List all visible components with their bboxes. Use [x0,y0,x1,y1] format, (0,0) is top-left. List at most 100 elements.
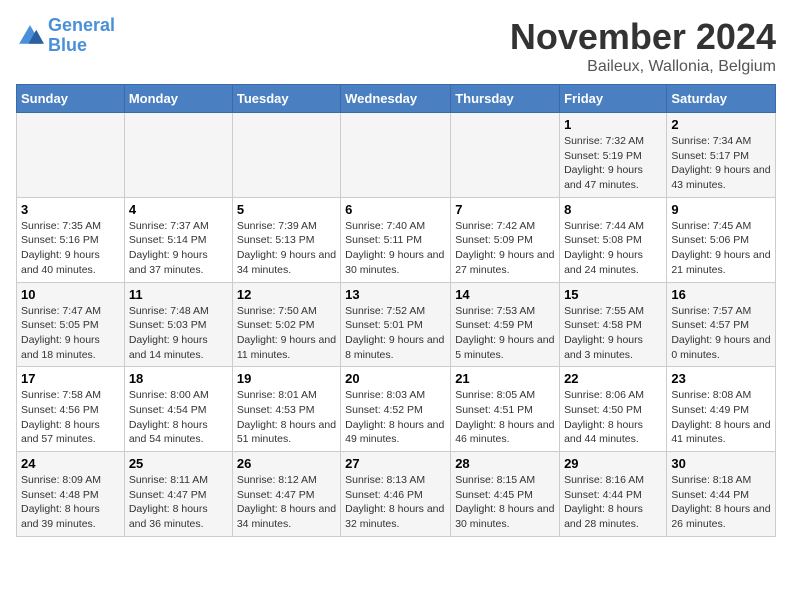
day-info: Sunrise: 7:52 AM Sunset: 5:01 PM Dayligh… [345,304,446,363]
calendar-cell: 9 Sunrise: 7:45 AM Sunset: 5:06 PM Daylig… [667,197,776,282]
day-info: Sunrise: 8:09 AM Sunset: 4:48 PM Dayligh… [21,473,120,532]
day-info: Sunrise: 7:39 AM Sunset: 5:13 PM Dayligh… [237,219,336,278]
calendar-table: SundayMondayTuesdayWednesdayThursdayFrid… [16,84,776,537]
calendar-cell: 26Sunrise: 8:12 AM Sunset: 4:47 PM Dayli… [232,452,340,537]
day-number: 5 [237,202,336,217]
day-info: Sunrise: 7:48 AM Sunset: 5:03 PM Dayligh… [129,304,228,363]
location: Baileux, Wallonia, Belgium [510,58,776,76]
day-header-thursday: Thursday [451,85,560,113]
day-info: Sunrise: 7:42 AM Sunset: 5:09 PM Dayligh… [455,219,555,278]
calendar-cell: 27 Sunrise: 8:13 AM Sunset: 4:46 PM Dayli… [341,452,451,537]
title-block: November 2024 Baileux, Wallonia, Belgium [510,16,776,76]
calendar-cell: 25Sunrise: 8:11 AM Sunset: 4:47 PM Dayli… [124,452,232,537]
calendar-cell: 21 Sunrise: 8:05 AM Sunset: 4:51 PM Dayli… [451,367,560,452]
day-info: Sunrise: 8:15 AM Sunset: 4:45 PM Dayligh… [455,473,555,532]
day-number: 19 [237,371,336,386]
calendar-cell: 1 Sunrise: 7:32 AM Sunset: 5:19 PM Daylig… [560,113,667,198]
calendar-cell: 11Sunrise: 7:48 AM Sunset: 5:03 PM Dayli… [124,282,232,367]
logo-icon [16,22,44,50]
calendar-cell: 7 Sunrise: 7:42 AM Sunset: 5:09 PM Daylig… [451,197,560,282]
day-info: Sunrise: 8:11 AM Sunset: 4:47 PM Dayligh… [129,473,228,532]
calendar-cell: 29 Sunrise: 8:16 AM Sunset: 4:44 PM Dayli… [560,452,667,537]
day-number: 14 [455,287,555,302]
day-number: 13 [345,287,446,302]
calendar-cell: 30 Sunrise: 8:18 AM Sunset: 4:44 PM Dayli… [667,452,776,537]
day-info: Sunrise: 7:47 AM Sunset: 5:05 PM Dayligh… [21,304,120,363]
calendar-cell: 23 Sunrise: 8:08 AM Sunset: 4:49 PM Dayli… [667,367,776,452]
calendar-cell [124,113,232,198]
day-header-friday: Friday [560,85,667,113]
page-header: General Blue November 2024 Baileux, Wall… [16,16,776,76]
day-info: Sunrise: 7:53 AM Sunset: 4:59 PM Dayligh… [455,304,555,363]
day-number: 30 [671,456,771,471]
calendar-cell: 8Sunrise: 7:44 AM Sunset: 5:08 PM Daylig… [560,197,667,282]
day-number: 3 [21,202,120,217]
calendar-cell [451,113,560,198]
day-number: 15 [564,287,662,302]
day-info: Sunrise: 8:16 AM Sunset: 4:44 PM Dayligh… [564,473,662,532]
day-info: Sunrise: 7:58 AM Sunset: 4:56 PM Dayligh… [21,388,120,447]
day-number: 23 [671,371,771,386]
day-number: 10 [21,287,120,302]
day-number: 6 [345,202,446,217]
day-info: Sunrise: 8:18 AM Sunset: 4:44 PM Dayligh… [671,473,771,532]
day-info: Sunrise: 7:57 AM Sunset: 4:57 PM Dayligh… [671,304,771,363]
day-header-monday: Monday [124,85,232,113]
day-info: Sunrise: 8:08 AM Sunset: 4:49 PM Dayligh… [671,388,771,447]
day-info: Sunrise: 8:01 AM Sunset: 4:53 PM Dayligh… [237,388,336,447]
day-info: Sunrise: 8:13 AM Sunset: 4:46 PM Dayligh… [345,473,446,532]
day-info: Sunrise: 7:35 AM Sunset: 5:16 PM Dayligh… [21,219,120,278]
calendar-cell [17,113,125,198]
calendar-cell: 16 Sunrise: 7:57 AM Sunset: 4:57 PM Dayli… [667,282,776,367]
calendar-cell: 3 Sunrise: 7:35 AM Sunset: 5:16 PM Daylig… [17,197,125,282]
calendar-cell: 18Sunrise: 8:00 AM Sunset: 4:54 PM Dayli… [124,367,232,452]
day-info: Sunrise: 7:40 AM Sunset: 5:11 PM Dayligh… [345,219,446,278]
day-number: 9 [671,202,771,217]
day-info: Sunrise: 8:05 AM Sunset: 4:51 PM Dayligh… [455,388,555,447]
logo: General Blue [16,16,115,56]
calendar-cell: 13 Sunrise: 7:52 AM Sunset: 5:01 PM Dayli… [341,282,451,367]
day-info: Sunrise: 7:32 AM Sunset: 5:19 PM Dayligh… [564,134,662,193]
day-number: 18 [129,371,228,386]
logo-text: General Blue [48,16,115,56]
calendar-cell: 28 Sunrise: 8:15 AM Sunset: 4:45 PM Dayli… [451,452,560,537]
calendar-cell: 5 Sunrise: 7:39 AM Sunset: 5:13 PM Daylig… [232,197,340,282]
calendar-cell: 20 Sunrise: 8:03 AM Sunset: 4:52 PM Dayli… [341,367,451,452]
day-header-saturday: Saturday [667,85,776,113]
day-number: 16 [671,287,771,302]
day-info: Sunrise: 7:37 AM Sunset: 5:14 PM Dayligh… [129,219,228,278]
day-header-wednesday: Wednesday [341,85,451,113]
day-header-tuesday: Tuesday [232,85,340,113]
day-number: 28 [455,456,555,471]
month-title: November 2024 [510,16,776,58]
day-number: 27 [345,456,446,471]
day-info: Sunrise: 8:03 AM Sunset: 4:52 PM Dayligh… [345,388,446,447]
day-number: 1 [564,117,662,132]
day-number: 24 [21,456,120,471]
day-info: Sunrise: 7:50 AM Sunset: 5:02 PM Dayligh… [237,304,336,363]
calendar-cell: 15Sunrise: 7:55 AM Sunset: 4:58 PM Dayli… [560,282,667,367]
calendar-cell: 4 Sunrise: 7:37 AM Sunset: 5:14 PM Daylig… [124,197,232,282]
day-info: Sunrise: 8:06 AM Sunset: 4:50 PM Dayligh… [564,388,662,447]
day-info: Sunrise: 7:34 AM Sunset: 5:17 PM Dayligh… [671,134,771,193]
day-info: Sunrise: 8:12 AM Sunset: 4:47 PM Dayligh… [237,473,336,532]
day-number: 8 [564,202,662,217]
day-number: 4 [129,202,228,217]
day-number: 2 [671,117,771,132]
calendar-cell: 10 Sunrise: 7:47 AM Sunset: 5:05 PM Dayli… [17,282,125,367]
calendar-cell [341,113,451,198]
day-number: 21 [455,371,555,386]
day-number: 17 [21,371,120,386]
day-info: Sunrise: 7:45 AM Sunset: 5:06 PM Dayligh… [671,219,771,278]
day-number: 20 [345,371,446,386]
calendar-cell [232,113,340,198]
calendar-cell: 14 Sunrise: 7:53 AM Sunset: 4:59 PM Dayli… [451,282,560,367]
calendar-cell: 22 Sunrise: 8:06 AM Sunset: 4:50 PM Dayli… [560,367,667,452]
calendar-cell: 6 Sunrise: 7:40 AM Sunset: 5:11 PM Daylig… [341,197,451,282]
day-number: 29 [564,456,662,471]
day-number: 12 [237,287,336,302]
day-number: 7 [455,202,555,217]
calendar-cell: 17 Sunrise: 7:58 AM Sunset: 4:56 PM Dayli… [17,367,125,452]
calendar-cell: 2 Sunrise: 7:34 AM Sunset: 5:17 PM Daylig… [667,113,776,198]
day-number: 22 [564,371,662,386]
